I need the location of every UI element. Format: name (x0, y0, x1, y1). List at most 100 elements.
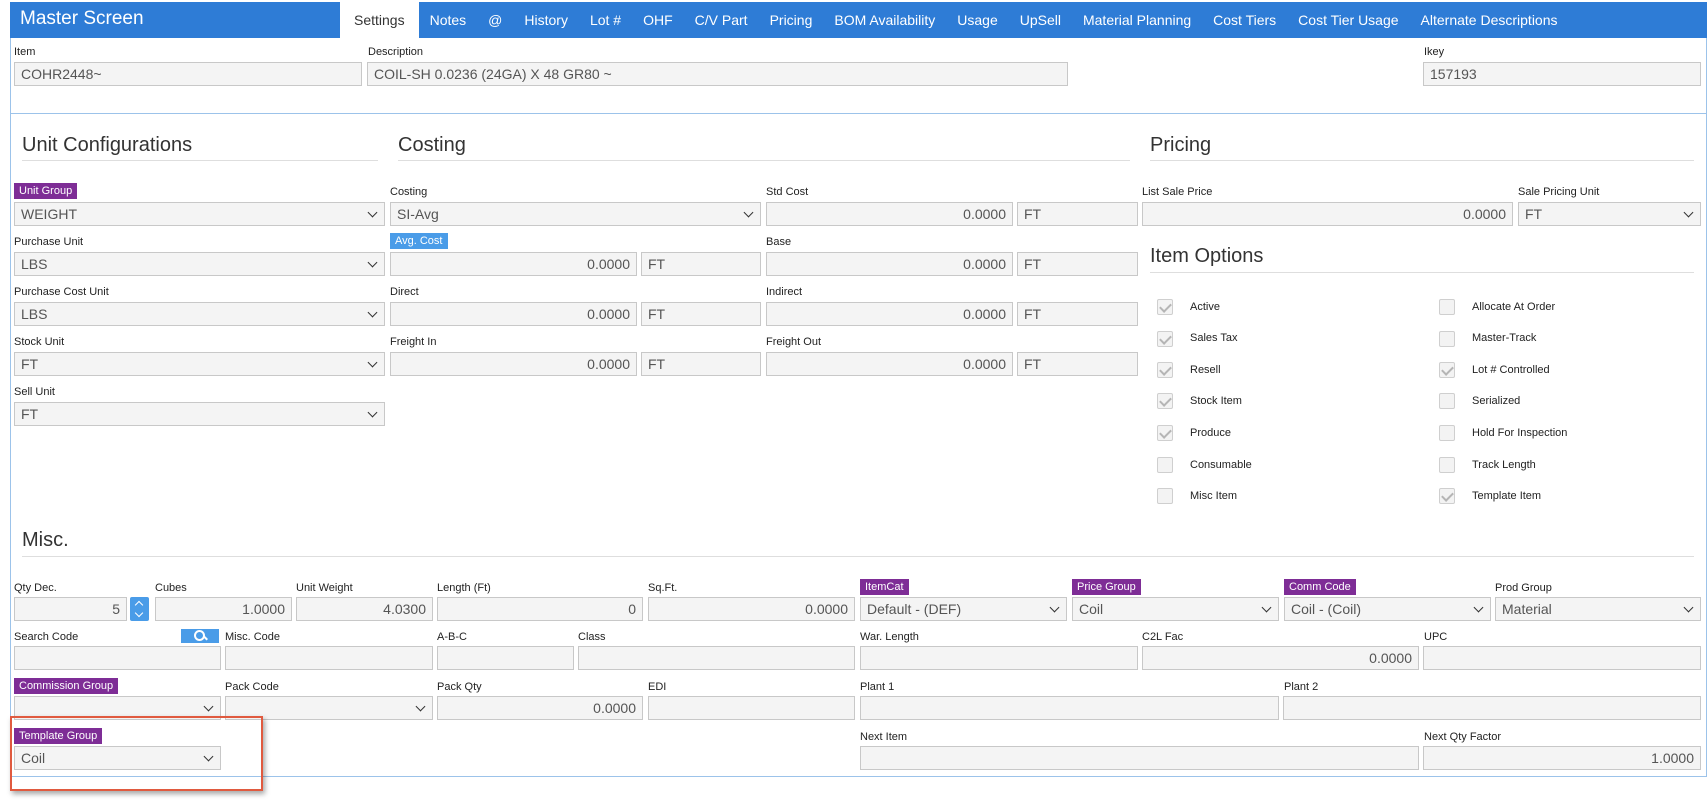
search-code-input[interactable] (14, 646, 221, 670)
tab-cost-tier-usage[interactable]: Cost Tier Usage (1287, 2, 1409, 38)
war-length-input[interactable] (860, 646, 1138, 670)
search-icon[interactable] (181, 629, 219, 643)
stock-unit-select[interactable]: FT (14, 352, 385, 376)
base-unit: FT (1017, 252, 1138, 276)
sales-tax-checkbox[interactable] (1157, 331, 1173, 347)
active-checkbox[interactable] (1157, 299, 1173, 315)
tab-alternate-descriptions[interactable]: Alternate Descriptions (1410, 2, 1569, 38)
upc-input[interactable] (1423, 646, 1701, 670)
tab-notes[interactable]: Notes (419, 2, 478, 38)
sell-unit-label: Sell Unit (14, 386, 55, 398)
sale-pricing-unit-select[interactable]: FT (1518, 202, 1701, 226)
unit-weight-label: Unit Weight (296, 582, 353, 594)
unit-weight-input[interactable]: 4.0300 (296, 597, 433, 621)
track-length-checkbox[interactable] (1439, 457, 1455, 473)
app-title: Master Screen (20, 8, 144, 29)
c2l-fac-input[interactable]: 0.0000 (1142, 646, 1419, 670)
resell-checkbox[interactable] (1157, 362, 1173, 378)
allocate-at-order-checkbox[interactable] (1439, 299, 1455, 315)
freight-in-unit: FT (641, 352, 761, 376)
hold-for-inspection-label: Hold For Inspection (1472, 427, 1568, 439)
indirect-input[interactable]: 0.0000 (766, 302, 1013, 326)
itemcat-select[interactable]: Default - (DEF) (860, 597, 1067, 621)
freight-out-input[interactable]: 0.0000 (766, 352, 1013, 376)
std-cost-input[interactable]: 0.0000 (766, 202, 1013, 226)
abc-input[interactable] (437, 646, 574, 670)
commission-group-label: Commission Group (14, 678, 119, 694)
direct-input[interactable]: 0.0000 (390, 302, 637, 326)
price-group-select[interactable]: Coil (1072, 597, 1279, 621)
tab-history[interactable]: History (513, 2, 579, 38)
stock-item-checkbox[interactable] (1157, 393, 1173, 409)
pricing-rule (1150, 160, 1694, 161)
qty-dec-input[interactable]: 5 (14, 597, 127, 621)
item-input[interactable]: COHR2448~ (14, 62, 362, 86)
consumable-checkbox[interactable] (1157, 457, 1173, 473)
sell-unit-select[interactable]: FT (14, 402, 385, 426)
description-label: Description (368, 46, 424, 58)
class-input[interactable] (578, 646, 855, 670)
next-qty-factor-label: Next Qty Factor (1424, 731, 1502, 743)
length-input[interactable]: 0 (437, 597, 643, 621)
misc-code-input[interactable] (225, 646, 433, 670)
avg-cost-label: Avg. Cost (390, 233, 448, 249)
misc-code-label: Misc. Code (225, 631, 281, 643)
freight-in-input[interactable]: 0.0000 (390, 352, 637, 376)
template-item-checkbox[interactable] (1439, 488, 1455, 504)
comm-code-select[interactable]: Coil - (Coil) (1284, 597, 1491, 621)
pack-qty-input[interactable]: 0.0000 (437, 696, 643, 720)
tab-pricing[interactable]: Pricing (759, 2, 824, 38)
item-options-rule (1150, 272, 1694, 273)
base-input[interactable]: 0.0000 (766, 252, 1013, 276)
tab-settings[interactable]: Settings (340, 2, 419, 38)
hold-for-inspection-checkbox[interactable] (1439, 425, 1455, 441)
consumable-label: Consumable (1190, 459, 1252, 471)
tab-cost-tiers[interactable]: Cost Tiers (1202, 2, 1287, 38)
qty-dec-label: Qty Dec. (14, 582, 57, 594)
prod-group-select[interactable]: Material (1495, 597, 1701, 621)
next-qty-factor-input[interactable]: 1.0000 (1423, 746, 1701, 770)
plant2-input[interactable] (1283, 696, 1701, 720)
plant1-input[interactable] (860, 696, 1279, 720)
purchase-unit-select[interactable]: LBS (14, 252, 385, 276)
produce-checkbox[interactable] (1157, 425, 1173, 441)
tab-upsell[interactable]: UpSell (1009, 2, 1072, 38)
serialized-checkbox[interactable] (1439, 393, 1455, 409)
lot-controlled-checkbox[interactable] (1439, 362, 1455, 378)
list-sale-price-input[interactable]: 0.0000 (1142, 202, 1513, 226)
search-code-label: Search Code (14, 631, 79, 643)
master-track-label: Master-Track (1472, 332, 1537, 344)
spinner-arrows-icon[interactable] (130, 597, 149, 621)
sale-pricing-unit-label: Sale Pricing Unit (1518, 186, 1600, 198)
tab-ohf[interactable]: OHF (632, 2, 684, 38)
unit-group-select[interactable]: WEIGHT (14, 202, 385, 226)
direct-unit: FT (641, 302, 761, 326)
avg-cost-unit: FT (641, 252, 761, 276)
misc-item-checkbox[interactable] (1157, 488, 1173, 504)
tab-material-planning[interactable]: Material Planning (1072, 2, 1202, 38)
template-group-select[interactable]: Coil (14, 746, 221, 770)
costing-select[interactable]: SI-Avg (390, 202, 761, 226)
master-track-checkbox[interactable] (1439, 331, 1455, 347)
tab-usage[interactable]: Usage (946, 2, 1008, 38)
purchase-cost-unit-select[interactable]: LBS (14, 302, 385, 326)
ikey-label: Ikey (1424, 46, 1445, 58)
pack-code-label: Pack Code (225, 681, 279, 693)
sqft-input[interactable]: 0.0000 (648, 597, 855, 621)
tab-at[interactable]: @ (477, 2, 513, 38)
next-item-input[interactable] (860, 746, 1419, 770)
purchase-cost-unit-label: Purchase Cost Unit (14, 286, 109, 298)
cubes-input[interactable]: 1.0000 (155, 597, 292, 621)
purchase-unit-label: Purchase Unit (14, 236, 84, 248)
edi-input[interactable] (648, 696, 855, 720)
avg-cost-input[interactable]: 0.0000 (390, 252, 637, 276)
ikey-input[interactable]: 157193 (1423, 62, 1701, 86)
tab-lot[interactable]: Lot # (579, 2, 632, 38)
description-input[interactable]: COIL-SH 0.0236 (24GA) X 48 GR80 ~ (367, 62, 1068, 86)
misc-title: Misc. (22, 529, 69, 551)
freight-in-label: Freight In (390, 336, 437, 348)
produce-label: Produce (1190, 427, 1231, 439)
tab-bom-availability[interactable]: BOM Availability (823, 2, 946, 38)
sqft-label: Sq.Ft. (648, 582, 678, 594)
tab-cv-part[interactable]: C/V Part (684, 2, 759, 38)
